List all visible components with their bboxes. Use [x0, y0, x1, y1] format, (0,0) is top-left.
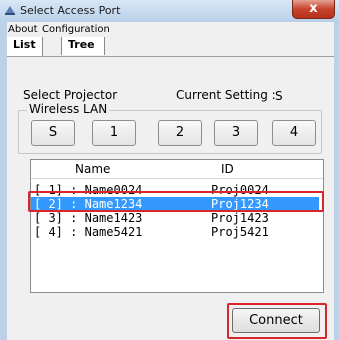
menu-configuration[interactable]: Configuration — [42, 22, 110, 37]
tab-tree-label: Tree — [68, 38, 95, 51]
connect-button[interactable]: Connect — [232, 308, 320, 333]
tab-strip: List Tree — [7, 37, 334, 56]
list-item-id: Proj1423 — [211, 211, 269, 225]
current-setting-label: Current Setting : — [176, 88, 276, 102]
window-title: Select Access Port — [20, 4, 121, 17]
list-item[interactable]: [ 3] : Name1423 Proj1423 — [31, 211, 319, 225]
port-button-2[interactable]: 2 — [158, 120, 202, 146]
header-id[interactable]: ID — [221, 162, 234, 176]
list-item-id: Proj5421 — [211, 225, 269, 239]
tab-tree[interactable]: Tree — [61, 37, 105, 55]
wireless-lan-legend: Wireless LAN — [27, 102, 110, 116]
list-item-name: [ 4] : Name5421 — [34, 225, 143, 239]
app-icon — [5, 6, 15, 15]
tab-list-label: List — [13, 38, 36, 51]
tab-list[interactable]: List — [7, 37, 43, 56]
menu-about[interactable]: About — [8, 22, 38, 37]
port-button-3[interactable]: 3 — [214, 120, 258, 146]
port-button-4[interactable]: 4 — [272, 120, 316, 146]
current-setting-value: S — [275, 89, 283, 103]
title-bar[interactable]: Select Access Port x — [0, 0, 339, 22]
header-name[interactable]: Name — [75, 162, 110, 176]
list-item[interactable]: [ 4] : Name5421 Proj5421 — [31, 225, 319, 239]
list-item-name: [ 3] : Name1423 — [34, 211, 143, 225]
selected-row-highlight — [28, 191, 324, 212]
close-icon: x — [309, 1, 318, 16]
port-button-1[interactable]: 1 — [92, 120, 136, 146]
port-button-s[interactable]: S — [31, 120, 75, 146]
window: Select Access Port x About Configuration… — [0, 0, 339, 340]
list-header: Name ID — [31, 160, 323, 179]
select-projector-label: Select Projector — [23, 88, 118, 102]
menu-bar: About Configuration — [7, 22, 334, 37]
projector-list[interactable]: Name ID [ 1] : Name0024 Proj0024 [ 2] : … — [30, 159, 324, 293]
close-button[interactable]: x — [292, 0, 335, 19]
